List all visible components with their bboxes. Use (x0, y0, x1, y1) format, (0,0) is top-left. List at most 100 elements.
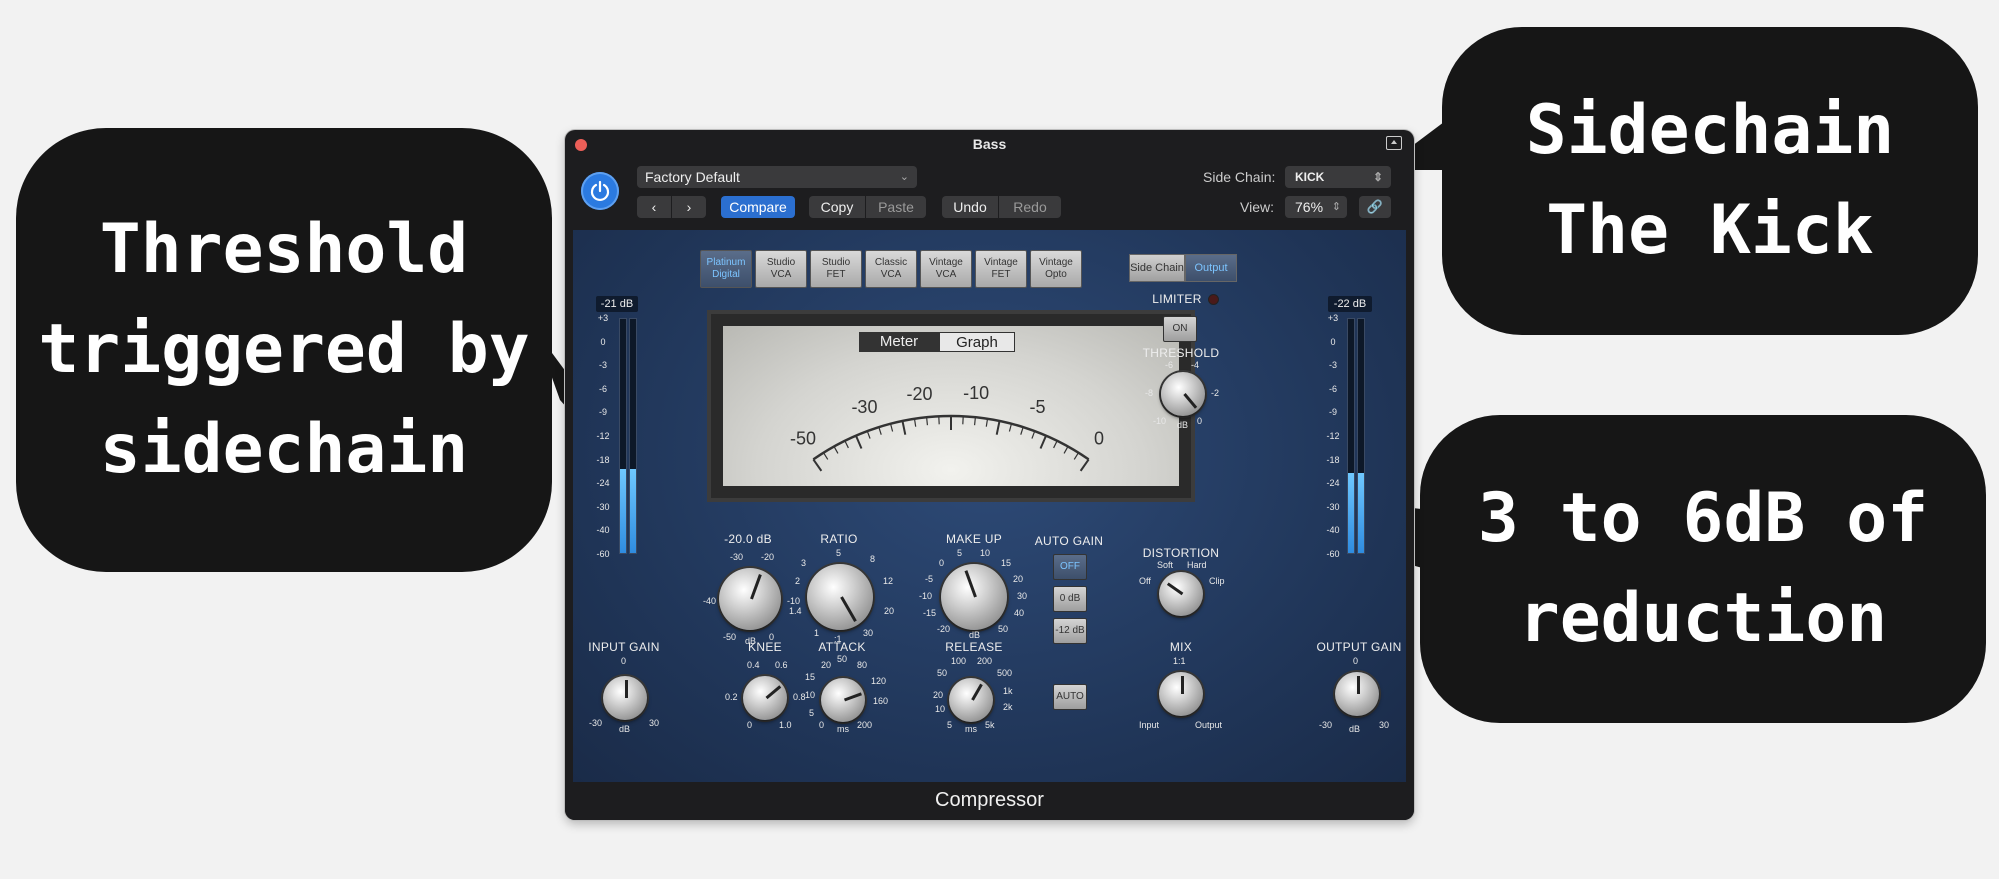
distortion-soft-label: Soft (1157, 560, 1174, 570)
level-scale-label: -40 (1326, 525, 1340, 536)
gain-reduction-meter: Meter Graph -50 -30 -20 -10 -5 0 (707, 310, 1195, 502)
input-level-meter (619, 318, 627, 554)
auto-gain-minus12db-button[interactable]: -12 dB (1053, 618, 1087, 644)
level-scale-label: -24 (596, 478, 610, 489)
input-gain-knob[interactable] (603, 676, 647, 720)
model-tab-line: Digital (712, 269, 740, 280)
output-panel-button[interactable]: Output (1185, 254, 1237, 282)
make-up-scale-label: -15 (923, 608, 937, 618)
model-tab-line: Platinum (706, 257, 746, 268)
window-title: Bass (972, 136, 1007, 152)
output-gain-scale-label: 30 (1379, 720, 1390, 730)
input-gain-scale-label: dB (619, 724, 631, 734)
meter-tick (985, 418, 989, 427)
knob-indicator (1183, 393, 1198, 409)
attack-scale-label: 120 (871, 676, 887, 686)
ratio-knob[interactable] (807, 564, 873, 630)
attack-knob[interactable] (821, 678, 865, 722)
input-level-meter-right (629, 318, 637, 554)
level-scale-label: 0 (600, 336, 606, 347)
ratio-scale-label: 12 (883, 576, 894, 586)
model-tab-vintage-fet[interactable]: Vintage FET (975, 250, 1027, 288)
threshold-scale-label: -30 (730, 552, 744, 562)
make-up-knob[interactable] (941, 564, 1007, 630)
input-gain-scale-label: -30 (589, 718, 603, 728)
model-tab-vintage-vca[interactable]: Vintage VCA (920, 250, 972, 288)
limiter-on-button[interactable]: ON (1163, 316, 1197, 342)
plugin-name: Compressor (565, 782, 1414, 820)
make-up-scale-label: 50 (998, 624, 1009, 634)
model-tab-platinum-digital[interactable]: Platinum Digital (700, 250, 752, 288)
make-up-scale-label: 40 (1014, 608, 1025, 618)
auto-gain-off-button[interactable]: OFF (1053, 554, 1087, 580)
meter-tick (1063, 446, 1069, 454)
previous-preset-button[interactable]: ‹ (637, 196, 671, 218)
attack-scale-label: 80 (857, 660, 868, 670)
limiter-threshold-knob[interactable] (1161, 372, 1205, 416)
meter-tick (926, 417, 929, 426)
auto-release-button[interactable]: AUTO (1053, 684, 1087, 710)
meter-scale: -50-30-20 -10-50 (790, 383, 1104, 472)
level-scale-label: -12 (1326, 431, 1340, 441)
distortion-knob[interactable] (1159, 572, 1203, 616)
output-gain-scale-label: dB (1349, 724, 1361, 734)
output-level-readout: -22 dB (1328, 296, 1372, 312)
window-expand-icon[interactable] (1386, 136, 1402, 150)
level-scale-label: -40 (596, 525, 610, 536)
model-tab-classic-vca[interactable]: Classic VCA (865, 250, 917, 288)
paste-button[interactable]: Paste (866, 196, 926, 218)
level-scale-label: -9 (598, 407, 607, 418)
meter-tick (855, 435, 863, 449)
level-scale-label: -30 (596, 501, 610, 512)
meter-tick (889, 423, 894, 432)
power-button[interactable] (581, 172, 619, 210)
model-tab-line: Vintage (1039, 257, 1073, 268)
link-button[interactable]: 🔗 (1359, 196, 1391, 218)
side-chain-panel-button[interactable]: Side Chain (1129, 254, 1185, 282)
side-chain-value: KICK (1295, 170, 1325, 184)
output-gain-scale-label: -30 (1319, 720, 1333, 730)
model-tab-vintage-opto[interactable]: Vintage Opto (1030, 250, 1082, 288)
threshold-knob[interactable] (719, 568, 781, 630)
next-preset-button[interactable]: › (672, 196, 706, 218)
level-scale-label: +3 (597, 313, 609, 323)
model-tab-studio-vca[interactable]: Studio VCA (755, 250, 807, 288)
model-tab-line: Classic (874, 257, 908, 268)
copy-button[interactable]: Copy (809, 196, 865, 218)
auto-gain-0db-button[interactable]: 0 dB (1053, 586, 1087, 612)
view-dropdown[interactable]: 76% ⇕ (1285, 196, 1347, 218)
threshold-scale-label: -40 (703, 596, 717, 606)
preset-dropdown[interactable]: Factory Default ⌄ (637, 166, 917, 188)
distortion-clip-label: Clip (1209, 576, 1225, 586)
threshold-readout: -20.0 dB (724, 532, 772, 546)
model-tab-studio-fet[interactable]: Studio FET (810, 250, 862, 288)
reduction-callout: 3 to 6dB of reduction (1420, 415, 1986, 723)
side-chain-dropdown[interactable]: KICK ⇕ (1285, 166, 1391, 188)
make-up-scale-label: 0 (939, 558, 945, 568)
output-gain-knob[interactable] (1335, 672, 1379, 716)
level-scale-label: -9 (1328, 407, 1337, 418)
knob-indicator (971, 683, 983, 701)
redo-button[interactable]: Redo (999, 196, 1061, 218)
level-scale-label: -6 (1328, 383, 1337, 394)
attack-scale-label: 10 (805, 690, 816, 700)
side-chain-label: Side Chain: (1203, 169, 1276, 185)
model-tab-line: VCA (770, 269, 792, 280)
view-label: View: (1240, 199, 1274, 215)
mix-knob[interactable] (1159, 672, 1203, 716)
meter-tick (1073, 452, 1079, 460)
release-knob[interactable] (949, 678, 993, 722)
level-scale-label: -30 (1326, 501, 1340, 512)
knee-knob[interactable] (743, 676, 787, 720)
link-icon: 🔗 (1366, 199, 1384, 214)
undo-button[interactable]: Undo (942, 196, 998, 218)
make-up-label: MAKE UP (945, 532, 1003, 546)
callout-line: reduction (1518, 579, 1888, 658)
attack-scale-label: 20 (821, 660, 832, 670)
threshold-scale-label: -10 (787, 596, 801, 606)
limiter-scale-label: -4 (1191, 360, 1200, 370)
compare-button[interactable]: Compare (721, 196, 795, 218)
input-gain-scale-label: 30 (649, 718, 660, 728)
attack-scale-label: 50 (837, 654, 848, 664)
level-scale-label: -60 (1326, 549, 1340, 559)
